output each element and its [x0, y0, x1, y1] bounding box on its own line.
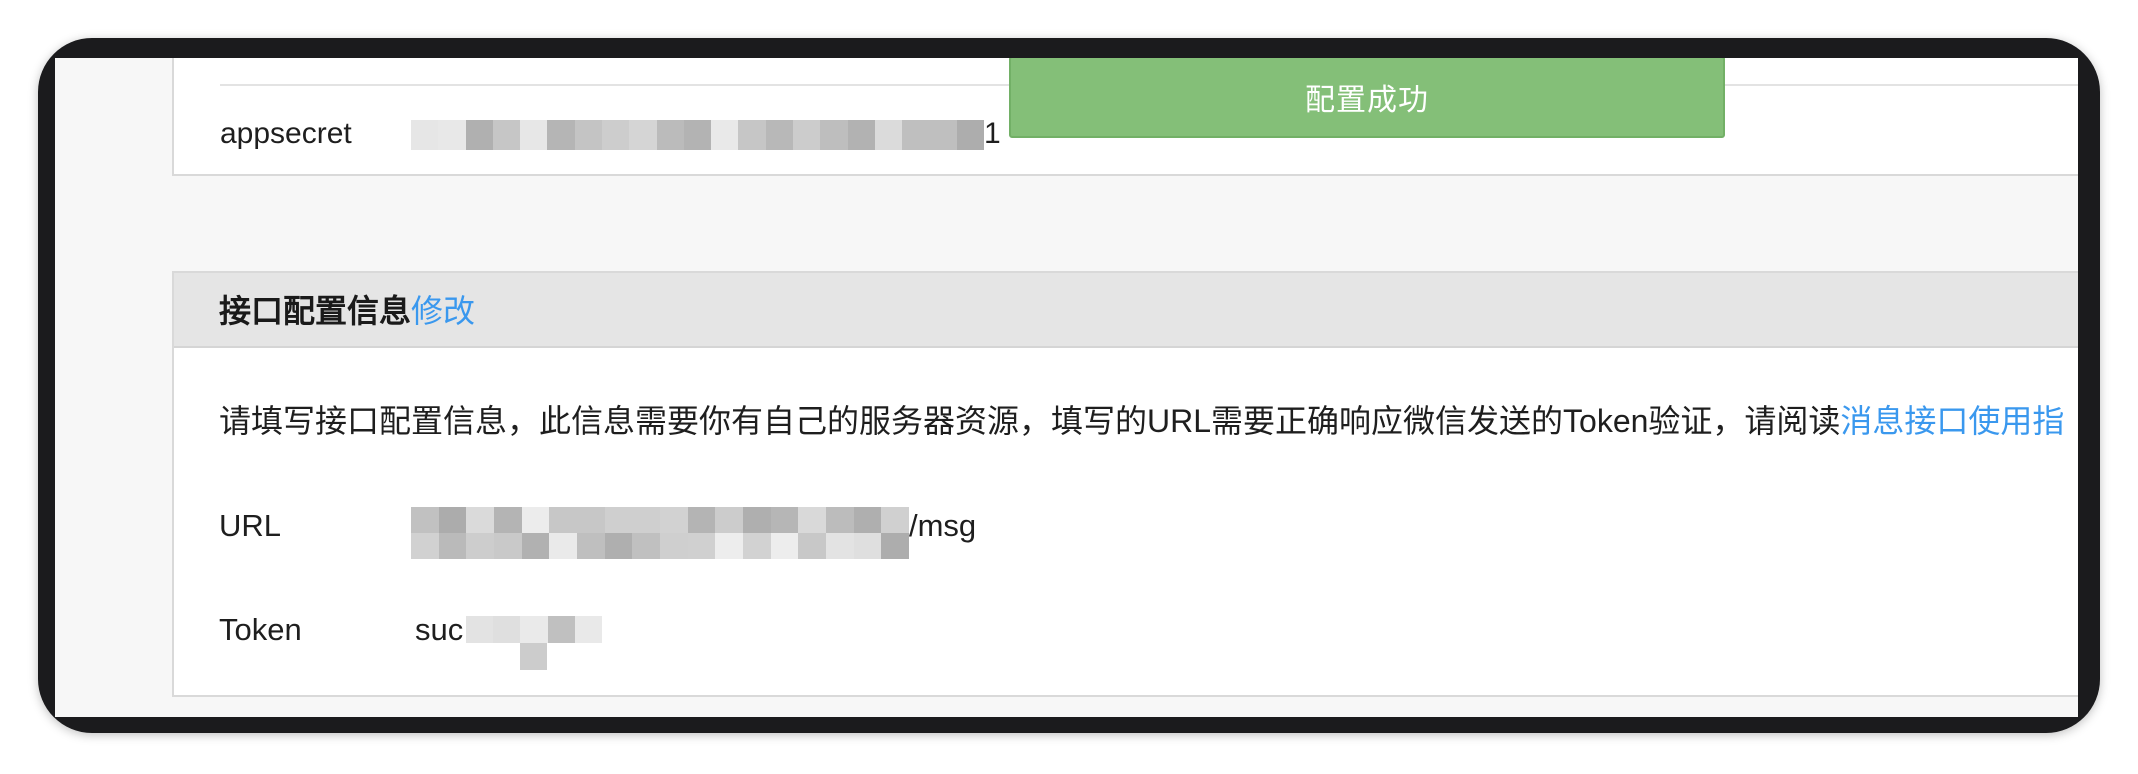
mosaic-cell — [881, 507, 909, 533]
mosaic-cell — [902, 120, 930, 150]
config-description: 请填写接口配置信息，此信息需要你有自己的服务器资源，填写的URL需要正确响应微信… — [219, 401, 2064, 441]
mosaic-cell — [602, 120, 630, 150]
mosaic-cell — [520, 616, 548, 643]
mosaic-cell — [547, 120, 575, 150]
mosaic-cell — [493, 533, 522, 559]
mosaic-cell — [632, 533, 660, 559]
mosaic-cell — [604, 507, 633, 533]
mosaic-cell — [687, 533, 716, 559]
mosaic-cell — [742, 533, 771, 559]
mosaic-cell — [493, 507, 522, 533]
mosaic-cell — [874, 120, 903, 150]
mosaic-cell — [742, 507, 771, 533]
mosaic-cell — [656, 120, 684, 150]
edit-link[interactable]: 修改 — [411, 293, 475, 329]
appsecret-redacted-value — [411, 120, 984, 150]
token-visible-prefix: suc — [415, 612, 464, 647]
mosaic-cell — [770, 507, 799, 533]
mosaic-cell — [521, 507, 550, 533]
device-frame: appsecret 1 配置成功 接口配置信息修改 请填写接口配置信息，此信息需… — [38, 38, 2100, 733]
screen: appsecret 1 配置成功 接口配置信息修改 请填写接口配置信息，此信息需… — [55, 58, 2078, 717]
mosaic-cell — [411, 120, 439, 150]
mosaic-cell — [683, 120, 712, 150]
mosaic-cell — [825, 533, 854, 559]
mosaic-cell — [576, 533, 605, 559]
mosaic-cell — [715, 533, 743, 559]
card-title: 接口配置信息修改 — [219, 291, 475, 331]
mosaic-cell — [549, 507, 577, 533]
mosaic-cell — [929, 120, 957, 150]
mosaic-cell — [574, 616, 602, 643]
mosaic-cell — [770, 533, 799, 559]
token-label: Token — [219, 612, 302, 647]
message-api-guide-link[interactable]: 消息接口使用指 — [1840, 403, 2064, 439]
mosaic-cell — [411, 533, 439, 559]
success-toast: 配置成功 — [1009, 58, 1725, 138]
mosaic-cell — [438, 533, 467, 559]
url-visible-suffix: /msg — [909, 508, 977, 543]
mosaic-cell — [549, 533, 577, 559]
mosaic-cell — [853, 507, 882, 533]
mosaic-cell — [493, 616, 521, 643]
mosaic-cell — [492, 120, 521, 150]
url-label: URL — [219, 508, 282, 543]
token-redacted-value — [466, 616, 602, 643]
mosaic-cell — [738, 120, 766, 150]
mosaic-cell — [820, 120, 848, 150]
mosaic-cell — [466, 616, 494, 643]
description-text: 请填写接口配置信息，此信息需要你有自己的服务器资源，填写的URL需要正确响应微信… — [219, 403, 1841, 439]
mosaic-cell — [687, 507, 716, 533]
mosaic-cell — [521, 533, 550, 559]
mosaic-cell — [629, 120, 657, 150]
mosaic-cell — [659, 533, 688, 559]
card-title-text: 接口配置信息 — [219, 293, 412, 329]
mosaic-cell — [715, 507, 743, 533]
toast-message: 配置成功 — [1305, 84, 1429, 117]
mosaic-cell — [847, 120, 875, 150]
mosaic-cell — [465, 120, 493, 150]
mosaic-cell — [438, 120, 466, 150]
mosaic-cell — [881, 533, 909, 559]
url-redacted-value — [411, 507, 909, 559]
mosaic-cell — [632, 507, 660, 533]
mosaic-cell — [411, 507, 439, 533]
mosaic-cell — [520, 643, 547, 670]
token-redacted-value-tail — [520, 643, 547, 670]
mosaic-cell — [438, 507, 467, 533]
mosaic-cell — [547, 616, 575, 643]
mosaic-cell — [659, 507, 688, 533]
mosaic-cell — [576, 507, 605, 533]
mosaic-cell — [853, 533, 882, 559]
mosaic-cell — [520, 120, 548, 150]
mosaic-cell — [793, 120, 821, 150]
appsecret-label: appsecret — [220, 117, 352, 150]
mosaic-cell — [798, 533, 826, 559]
interface-config-card: 接口配置信息修改 请填写接口配置信息，此信息需要你有自己的服务器资源，填写的UR… — [172, 271, 2078, 697]
mosaic-cell — [956, 120, 984, 150]
mosaic-cell — [765, 120, 793, 150]
mosaic-cell — [466, 533, 494, 559]
mosaic-cell — [574, 120, 602, 150]
mosaic-cell — [798, 507, 826, 533]
mosaic-cell — [604, 533, 633, 559]
card-header: 接口配置信息修改 — [174, 273, 2078, 348]
appsecret-visible-suffix: 1 — [984, 117, 1001, 150]
mosaic-cell — [466, 507, 494, 533]
mosaic-cell — [711, 120, 739, 150]
mosaic-cell — [825, 507, 854, 533]
